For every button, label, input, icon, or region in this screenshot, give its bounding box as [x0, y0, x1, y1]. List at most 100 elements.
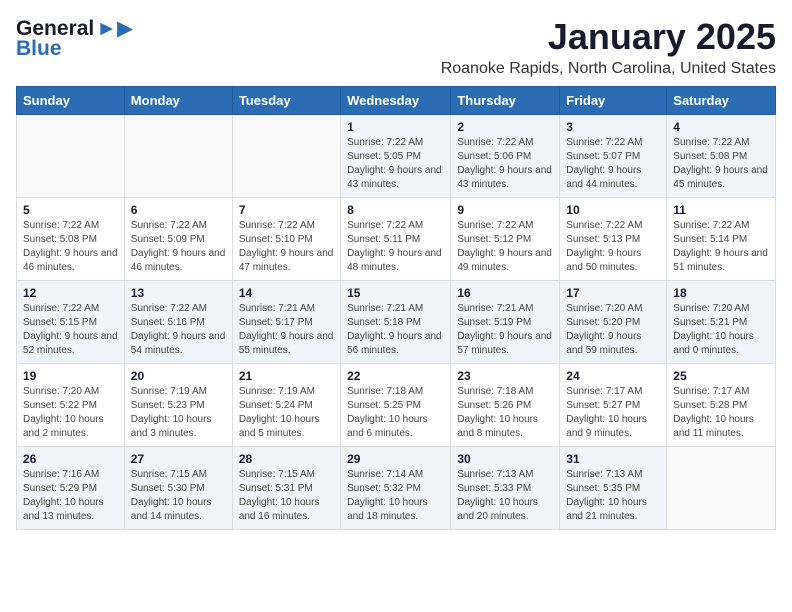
table-row: 24 Sunrise: 7:17 AM Sunset: 5:27 PM Dayli… — [560, 364, 667, 447]
day-info: Sunrise: 7:20 AM Sunset: 5:22 PM Dayligh… — [23, 385, 118, 441]
table-row: 2Sunrise: 7:22 AM Sunset: 5:06 PM Daylig… — [451, 115, 560, 198]
day-info: Sunrise: 7:22 AM Sunset: 5:14 PM Dayligh… — [673, 219, 769, 275]
table-row: 27Sunrise: 7:15 AM Sunset: 5:30 PM Dayli… — [124, 447, 232, 530]
day-number: 13 — [131, 286, 226, 300]
day-number: 14 — [239, 286, 334, 300]
day-number: 23 — [457, 369, 553, 383]
day-info: Sunrise: 7:16 AM Sunset: 5:29 PM Dayligh… — [23, 468, 118, 524]
day-number: 10 — [566, 203, 660, 217]
day-number: 5 — [23, 203, 118, 217]
calendar-week-row: 12Sunrise: 7:22 AM Sunset: 5:15 PM Dayli… — [17, 281, 776, 364]
day-info: Sunrise: 7:19 AM Sunset: 5:24 PM Dayligh… — [239, 385, 334, 441]
day-number: 7 — [239, 203, 334, 217]
logo-bird-icon: ►▶ — [96, 16, 133, 41]
day-info: Sunrise: 7:20 AM Sunset: 5:20 PM Dayligh… — [566, 302, 660, 358]
table-row: 18Sunrise: 7:20 AM Sunset: 5:21 PM Dayli… — [667, 281, 776, 364]
day-number: 24 — [566, 369, 660, 383]
day-number: 12 — [23, 286, 118, 300]
day-number: 28 — [239, 452, 334, 466]
table-row: 8 Sunrise: 7:22 AM Sunset: 5:11 PM Daylig… — [341, 198, 451, 281]
day-info: Sunrise: 7:22 AM Sunset: 5:05 PM Dayligh… — [347, 136, 444, 192]
header-friday: Friday — [560, 87, 667, 115]
table-row: 28 Sunrise: 7:15 AM Sunset: 5:31 PM Dayli… — [232, 447, 340, 530]
table-row — [667, 447, 776, 530]
table-row: 17 Sunrise: 7:20 AM Sunset: 5:20 PM Dayli… — [560, 281, 667, 364]
day-info: Sunrise: 7:18 AM Sunset: 5:25 PM Dayligh… — [347, 385, 444, 441]
day-number: 11 — [673, 203, 769, 217]
day-info: Sunrise: 7:22 AM Sunset: 5:07 PM Dayligh… — [566, 136, 660, 192]
calendar-week-row: 26 Sunrise: 7:16 AM Sunset: 5:29 PM Dayli… — [17, 447, 776, 530]
table-row — [232, 115, 340, 198]
table-row: 21 Sunrise: 7:19 AM Sunset: 5:24 PM Dayli… — [232, 364, 340, 447]
day-info: Sunrise: 7:20 AM Sunset: 5:21 PM Dayligh… — [673, 302, 769, 358]
day-info: Sunrise: 7:21 AM Sunset: 5:17 PM Dayligh… — [239, 302, 334, 358]
day-info: Sunrise: 7:22 AM Sunset: 5:16 PM Dayligh… — [131, 302, 226, 358]
calendar-week-row: 5Sunrise: 7:22 AM Sunset: 5:08 PM Daylig… — [17, 198, 776, 281]
day-number: 6 — [131, 203, 226, 217]
table-row: 5Sunrise: 7:22 AM Sunset: 5:08 PM Daylig… — [17, 198, 125, 281]
day-info: Sunrise: 7:15 AM Sunset: 5:30 PM Dayligh… — [131, 468, 226, 524]
day-number: 20 — [131, 369, 226, 383]
table-row: 25Sunrise: 7:17 AM Sunset: 5:28 PM Dayli… — [667, 364, 776, 447]
day-info: Sunrise: 7:17 AM Sunset: 5:27 PM Dayligh… — [566, 385, 660, 441]
day-info: Sunrise: 7:18 AM Sunset: 5:26 PM Dayligh… — [457, 385, 553, 441]
table-row: 11 Sunrise: 7:22 AM Sunset: 5:14 PM Dayli… — [667, 198, 776, 281]
day-info: Sunrise: 7:22 AM Sunset: 5:11 PM Dayligh… — [347, 219, 444, 275]
day-info: Sunrise: 7:21 AM Sunset: 5:19 PM Dayligh… — [457, 302, 553, 358]
table-row: 31 Sunrise: 7:13 AM Sunset: 5:35 PM Dayli… — [560, 447, 667, 530]
month-title: January 2025 — [441, 16, 776, 58]
table-row: 23 Sunrise: 7:18 AM Sunset: 5:26 PM Dayli… — [451, 364, 560, 447]
table-row: 26 Sunrise: 7:16 AM Sunset: 5:29 PM Dayli… — [17, 447, 125, 530]
day-info: Sunrise: 7:22 AM Sunset: 5:09 PM Dayligh… — [131, 219, 226, 275]
day-info: Sunrise: 7:22 AM Sunset: 5:12 PM Dayligh… — [457, 219, 553, 275]
day-info: Sunrise: 7:13 AM Sunset: 5:35 PM Dayligh… — [566, 468, 660, 524]
table-row: 4 Sunrise: 7:22 AM Sunset: 5:08 PM Daylig… — [667, 115, 776, 198]
title-area: January 2025 Roanoke Rapids, North Carol… — [441, 16, 776, 78]
day-number: 25 — [673, 369, 769, 383]
page-header: General ►▶ Blue January 2025 Roanoke Rap… — [16, 16, 776, 78]
calendar-week-row: 19 Sunrise: 7:20 AM Sunset: 5:22 PM Dayli… — [17, 364, 776, 447]
day-info: Sunrise: 7:22 AM Sunset: 5:13 PM Dayligh… — [566, 219, 660, 275]
location-title: Roanoke Rapids, North Carolina, United S… — [441, 60, 776, 78]
logo-area: General ►▶ Blue — [16, 16, 133, 61]
table-row: 3 Sunrise: 7:22 AM Sunset: 5:07 PM Daylig… — [560, 115, 667, 198]
logo: General ►▶ Blue — [16, 16, 133, 61]
day-number: 4 — [673, 120, 769, 134]
day-info: Sunrise: 7:13 AM Sunset: 5:33 PM Dayligh… — [457, 468, 553, 524]
day-info: Sunrise: 7:22 AM Sunset: 5:06 PM Dayligh… — [457, 136, 553, 192]
day-number: 8 — [347, 203, 444, 217]
day-number: 1 — [347, 120, 444, 134]
header-thursday: Thursday — [451, 87, 560, 115]
day-number: 9 — [457, 203, 553, 217]
day-number: 19 — [23, 369, 118, 383]
table-row: 1 Sunrise: 7:22 AM Sunset: 5:05 PM Daylig… — [341, 115, 451, 198]
day-info: Sunrise: 7:15 AM Sunset: 5:31 PM Dayligh… — [239, 468, 334, 524]
day-number: 31 — [566, 452, 660, 466]
logo-text: General ►▶ Blue — [16, 16, 133, 61]
day-number: 17 — [566, 286, 660, 300]
day-info: Sunrise: 7:21 AM Sunset: 5:18 PM Dayligh… — [347, 302, 444, 358]
header-saturday: Saturday — [667, 87, 776, 115]
day-number: 21 — [239, 369, 334, 383]
table-row: 9 Sunrise: 7:22 AM Sunset: 5:12 PM Daylig… — [451, 198, 560, 281]
day-number: 3 — [566, 120, 660, 134]
day-number: 26 — [23, 452, 118, 466]
table-row: 20Sunrise: 7:19 AM Sunset: 5:23 PM Dayli… — [124, 364, 232, 447]
day-number: 22 — [347, 369, 444, 383]
table-row: 22 Sunrise: 7:18 AM Sunset: 5:25 PM Dayli… — [341, 364, 451, 447]
table-row: 29Sunrise: 7:14 AM Sunset: 5:32 PM Dayli… — [341, 447, 451, 530]
table-row: 6 Sunrise: 7:22 AM Sunset: 5:09 PM Daylig… — [124, 198, 232, 281]
header-sunday: Sunday — [17, 87, 125, 115]
table-row: 14 Sunrise: 7:21 AM Sunset: 5:17 PM Dayli… — [232, 281, 340, 364]
calendar-header-row: Sunday Monday Tuesday Wednesday Thursday… — [17, 87, 776, 115]
day-info: Sunrise: 7:14 AM Sunset: 5:32 PM Dayligh… — [347, 468, 444, 524]
day-number: 30 — [457, 452, 553, 466]
table-row: 12Sunrise: 7:22 AM Sunset: 5:15 PM Dayli… — [17, 281, 125, 364]
table-row: 13 Sunrise: 7:22 AM Sunset: 5:16 PM Dayli… — [124, 281, 232, 364]
header-wednesday: Wednesday — [341, 87, 451, 115]
header-tuesday: Tuesday — [232, 87, 340, 115]
calendar-week-row: 1 Sunrise: 7:22 AM Sunset: 5:05 PM Daylig… — [17, 115, 776, 198]
table-row: 16Sunrise: 7:21 AM Sunset: 5:19 PM Dayli… — [451, 281, 560, 364]
day-info: Sunrise: 7:22 AM Sunset: 5:08 PM Dayligh… — [673, 136, 769, 192]
table-row: 15Sunrise: 7:21 AM Sunset: 5:18 PM Dayli… — [341, 281, 451, 364]
